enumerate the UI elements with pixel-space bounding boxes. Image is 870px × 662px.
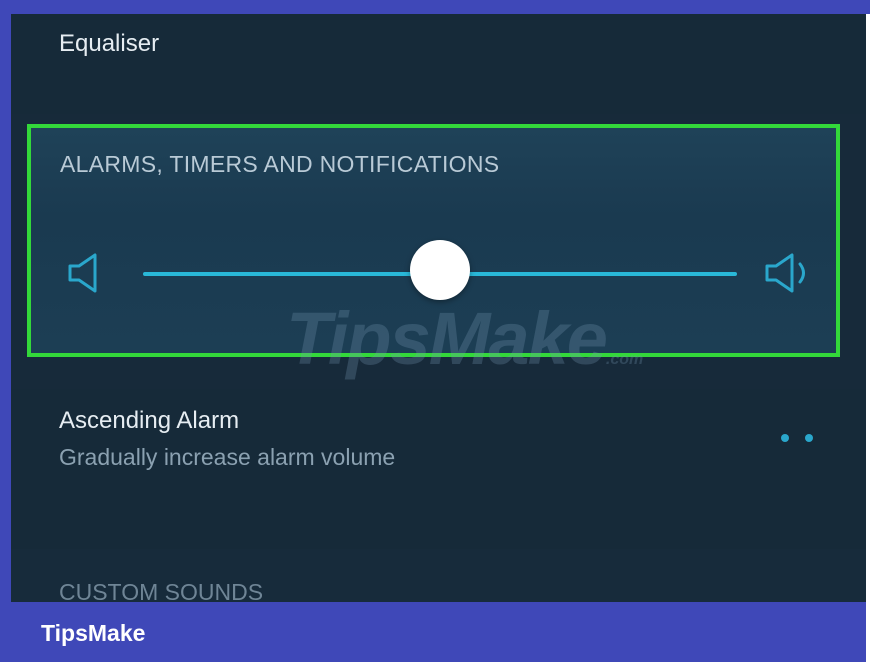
ascending-alarm-subtitle: Gradually increase alarm volume — [59, 444, 396, 470]
volume-low-icon[interactable] — [67, 251, 107, 295]
frame-left-border — [0, 0, 11, 662]
alexa-sound-settings-screen: Equaliser ALARMS, TIMERS AND NOTIFICATIO… — [11, 14, 866, 602]
custom-sounds-row: CUSTOM SOUNDS — [11, 549, 866, 602]
frame-top-border — [0, 0, 870, 14]
volume-high-icon[interactable] — [764, 251, 816, 295]
alarm-volume-slider-thumb[interactable] — [410, 240, 470, 300]
ascending-alarm-title: Ascending Alarm — [59, 407, 240, 434]
equaliser-label: Equaliser — [59, 30, 160, 57]
alarms-section-header: ALARMS, TIMERS AND NOTIFICATIONS — [60, 151, 500, 177]
equaliser-row[interactable]: Equaliser — [11, 14, 866, 114]
ascending-alarm-row[interactable]: Ascending Alarm Gradually increase alarm… — [11, 389, 866, 549]
ascending-alarm-toggle[interactable] — [777, 431, 817, 445]
screenshot-frame: Equaliser ALARMS, TIMERS AND NOTIFICATIO… — [0, 0, 870, 662]
tipsmake-watermark: TipsMake.com — [286, 297, 644, 380]
custom-sounds-header: CUSTOM SOUNDS — [59, 579, 264, 602]
brand-logo-text: TipsMake — [41, 620, 146, 646]
brand-bar: TipsMake — [11, 602, 866, 662]
